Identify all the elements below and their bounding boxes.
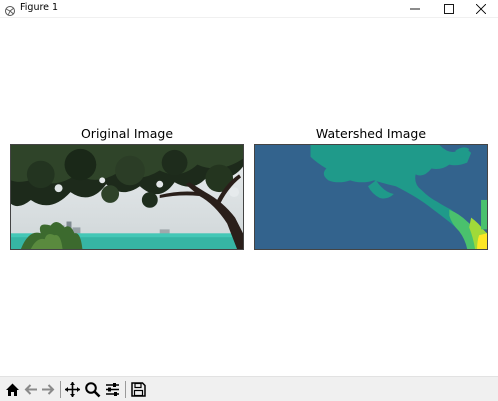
figure-canvas[interactable]: Original Image Watershed Image xyxy=(0,18,498,376)
window-titlebar: Figure 1 xyxy=(0,0,498,18)
watershed-image xyxy=(255,145,487,249)
sliders-icon[interactable] xyxy=(104,381,121,398)
toolbar-separator xyxy=(60,381,61,398)
minimize-icon[interactable] xyxy=(398,0,432,17)
matplotlib-figure-icon xyxy=(4,2,16,16)
toolbar-separator xyxy=(125,381,126,398)
back-arrow-icon[interactable] xyxy=(22,381,39,398)
forward-arrow-icon[interactable] xyxy=(40,381,57,398)
original-image-title: Original Image xyxy=(80,126,174,141)
watershed-image-title: Watershed Image xyxy=(315,126,427,141)
original-image-axes xyxy=(10,144,244,250)
maximize-icon[interactable] xyxy=(432,0,466,17)
navigation-toolbar xyxy=(0,376,498,401)
pan-icon[interactable] xyxy=(64,381,81,398)
original-image xyxy=(11,145,243,249)
close-icon[interactable] xyxy=(464,0,498,17)
window-title: Figure 1 xyxy=(20,2,59,13)
zoom-icon[interactable] xyxy=(84,381,101,398)
watershed-image-axes xyxy=(254,144,488,250)
home-icon[interactable] xyxy=(4,381,21,398)
save-icon[interactable] xyxy=(130,381,147,398)
